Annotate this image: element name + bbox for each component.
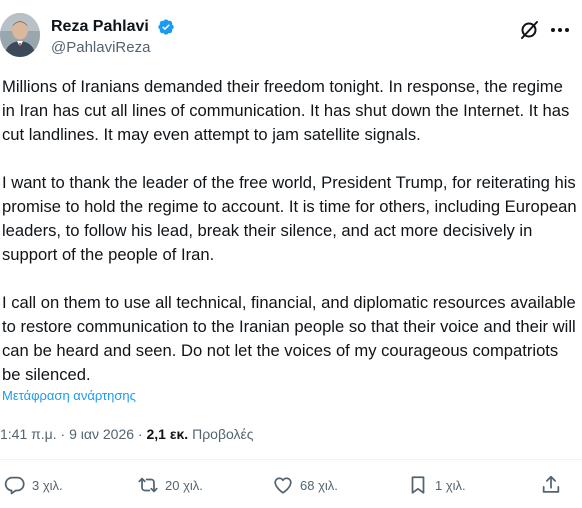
share-icon xyxy=(540,474,562,496)
more-icon[interactable] xyxy=(548,19,572,41)
meta-separator: · xyxy=(137,426,143,442)
verified-badge-icon[interactable] xyxy=(157,18,175,36)
meta-separator: · xyxy=(60,426,66,442)
bookmark-count: 1 χιλ. xyxy=(435,477,466,493)
retweet-count: 20 χιλ. xyxy=(165,477,203,493)
tweet-text: Millions of Iranians demanded their free… xyxy=(2,75,580,387)
bookmark-icon xyxy=(407,474,429,496)
share-button[interactable] xyxy=(540,472,562,498)
like-count: 68 χιλ. xyxy=(300,477,338,493)
bookmark-button[interactable]: 1 χιλ. xyxy=(407,472,466,498)
divider xyxy=(0,459,582,460)
author-handle[interactable]: @PahlaviReza xyxy=(51,38,175,58)
tweet-time[interactable]: 1:41 π.μ. xyxy=(0,426,57,442)
avatar[interactable] xyxy=(0,13,40,57)
like-button[interactable]: 68 χιλ. xyxy=(272,472,338,498)
heart-icon xyxy=(272,474,294,496)
tweet-date[interactable]: 9 ιαν 2026 xyxy=(69,426,134,442)
reply-icon xyxy=(4,474,26,496)
retweet-icon xyxy=(137,474,159,496)
tweet-meta: 1:41 π.μ. · 9 ιαν 2026 · 2,1 εκ. Προβολέ… xyxy=(0,425,254,443)
tweet-paragraph: Millions of Iranians demanded their free… xyxy=(2,77,570,144)
grok-icon[interactable] xyxy=(518,19,540,41)
reply-count: 3 χιλ. xyxy=(32,477,63,493)
author-display-name[interactable]: Reza Pahlavi xyxy=(51,17,149,37)
tweet-paragraph: I call on them to use all technical, fin… xyxy=(2,293,576,384)
retweet-button[interactable]: 20 χιλ. xyxy=(137,472,203,498)
tweet: Reza Pahlavi @PahlaviReza Millions of Ir… xyxy=(0,0,582,508)
views-count[interactable]: 2,1 εκ. xyxy=(146,426,188,442)
reply-button[interactable]: 3 χιλ. xyxy=(4,472,63,498)
action-bar: 3 χιλ. 20 χιλ. 68 χιλ. 1 χιλ. xyxy=(0,472,582,498)
tweet-header: Reza Pahlavi @PahlaviReza xyxy=(0,13,582,63)
translate-post-link[interactable]: Μετάφραση ανάρτησης xyxy=(2,387,136,405)
tweet-paragraph: I want to thank the leader of the free w… xyxy=(2,173,577,264)
author-block: Reza Pahlavi @PahlaviReza xyxy=(51,17,175,58)
views-label: Προβολές xyxy=(192,426,254,442)
